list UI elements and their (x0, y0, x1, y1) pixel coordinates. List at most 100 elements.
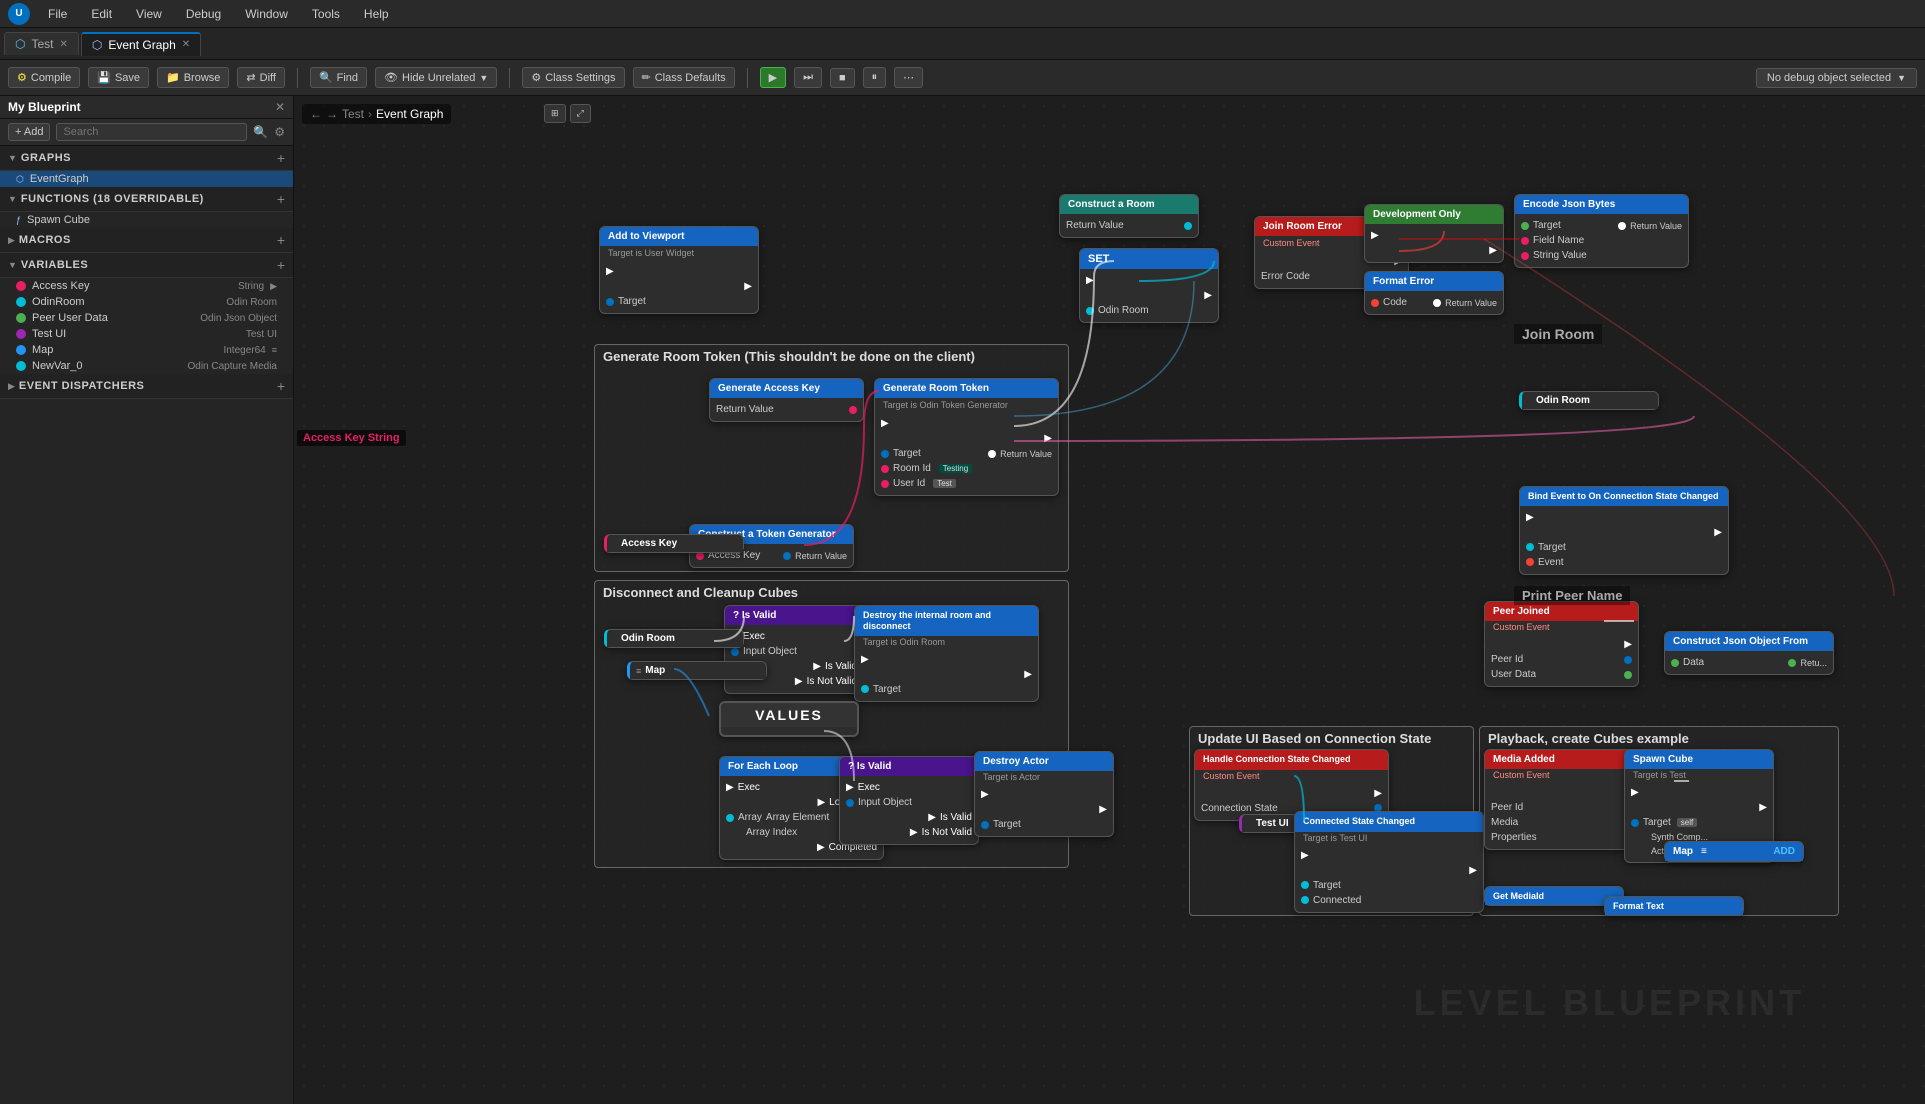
node-add-to-viewport[interactable]: Add to Viewport Target is User Widget ▶ … (599, 226, 759, 314)
handle-connection-title: Handle Connection State Changed (1203, 754, 1351, 766)
tab-test-label: Test (31, 37, 53, 51)
node-media-added[interactable]: Media Added Custom Event ▶ Peer Id Media (1484, 749, 1644, 850)
node-odin-room-disconnect[interactable]: Odin Room (604, 629, 744, 648)
node-set[interactable]: SET ▶ ▶ Odin Room (1079, 248, 1219, 323)
breadcrumb-root[interactable]: Test (342, 107, 364, 121)
node-map-add[interactable]: Map ≡ ADD (1664, 841, 1804, 862)
node-format-text[interactable]: Format Text (1604, 896, 1744, 916)
left-panel-close[interactable]: ✕ (275, 100, 285, 114)
menu-bar: U File Edit View Debug Window Tools Help (0, 0, 1925, 28)
event-dispatchers-section[interactable]: ▶ EVENT DISPATCHERS + (0, 374, 293, 399)
node-values[interactable]: VALUES (719, 701, 859, 737)
find-button[interactable]: 🔍 Find (310, 67, 367, 88)
graphs-add[interactable]: + (277, 150, 285, 166)
var-newvar0[interactable]: NewVar_0 Odin Capture Media (0, 358, 293, 374)
map-add-title: Map (1673, 846, 1693, 857)
nav-forward[interactable]: → (326, 107, 338, 121)
node-access-key-var[interactable]: Access Key (604, 534, 744, 553)
graph-area[interactable]: ← → Test › Event Graph ⊞ ⤢ (294, 96, 1925, 1104)
menu-edit[interactable]: Edit (85, 5, 118, 23)
macros-expand: ▶ (8, 235, 15, 246)
var-peer-user-data[interactable]: Peer User Data Odin Json Object (0, 310, 293, 326)
node-generate-room-token[interactable]: Generate Room Token Target is Odin Token… (874, 378, 1059, 496)
is-valid-1-input: Input Object (725, 644, 863, 659)
macros-add[interactable]: + (277, 232, 285, 248)
tab-test-close[interactable]: ✕ (60, 39, 68, 50)
menu-help[interactable]: Help (358, 5, 395, 23)
is-valid-1-exec-in: ▶ Exec (725, 629, 863, 644)
node-encode-json-bytes[interactable]: Encode Json Bytes Target Return Value Fi… (1514, 194, 1689, 268)
node-format-error[interactable]: Format Error Code Return Value (1364, 271, 1504, 315)
menu-tools[interactable]: Tools (306, 5, 346, 23)
access-key-expand: ▶ (270, 281, 277, 292)
node-generate-access-key[interactable]: Generate Access Key Return Value (709, 378, 864, 422)
graphs-section[interactable]: ▼ GRAPHS + (0, 146, 293, 171)
browse-button[interactable]: 📁 Browse (157, 67, 229, 88)
graph-nav-1[interactable]: ⊞ (544, 104, 566, 123)
tab-event-graph[interactable]: ⬡ Event Graph ✕ (81, 32, 201, 56)
format-error-code: Code Return Value (1365, 295, 1503, 310)
search-input[interactable] (56, 123, 247, 141)
step-forward-button[interactable]: ⏭ (794, 67, 822, 88)
node-construct-json[interactable]: Construct Json Object From Data Retu... (1664, 631, 1834, 675)
variables-add[interactable]: + (277, 257, 285, 273)
var-access-key[interactable]: Access Key String ▶ (0, 278, 293, 294)
nav-back[interactable]: ← (310, 107, 322, 121)
node-map-var[interactable]: ≡ Map (627, 661, 767, 680)
node-is-valid-1[interactable]: ? Is Valid ▶ Exec Input Object Is Valid … (724, 605, 864, 694)
save-button[interactable]: 💾 Save (88, 67, 149, 88)
node-destroy-actor[interactable]: Destroy Actor Target is Actor ▶ ▶ Target (974, 751, 1114, 837)
node-development-only[interactable]: Development Only ▶ ▶ (1364, 204, 1504, 263)
menu-view[interactable]: View (130, 5, 168, 23)
menu-window[interactable]: Window (239, 5, 294, 23)
class-defaults-button[interactable]: ✏ Class Defaults (633, 67, 735, 88)
tab-graph-close[interactable]: ✕ (182, 39, 190, 50)
play-button[interactable]: ▶ (760, 67, 786, 88)
variables-section[interactable]: ▼ VARIABLES + (0, 253, 293, 278)
class-settings-button[interactable]: ⚙ Class Settings (522, 67, 624, 88)
variables-title: VARIABLES (21, 259, 277, 271)
spawn-cube-function[interactable]: ƒ Spawn Cube (0, 212, 293, 228)
menu-file[interactable]: File (42, 5, 73, 23)
node-odin-room-ref[interactable]: Odin Room (1519, 391, 1659, 410)
compile-button[interactable]: ⚙ Compile (8, 67, 80, 88)
set-title: SET (1088, 253, 1109, 265)
graph-canvas[interactable]: ← → Test › Event Graph ⊞ ⤢ (294, 96, 1925, 1104)
node-is-valid-2[interactable]: ? Is Valid ▶ Exec Input Object Is Valid … (839, 756, 979, 845)
spawn-cube-target: Target self (1625, 815, 1773, 830)
var-test-ui[interactable]: Test UI Test UI (0, 326, 293, 342)
stop-button[interactable]: ■ (830, 68, 855, 88)
add-viewport-exec-out: ▶ (600, 279, 758, 294)
node-peer-joined[interactable]: Peer Joined Custom Event ▶ Peer Id User … (1484, 601, 1639, 687)
class-settings-icon: ⚙ (531, 71, 541, 84)
destroy-actor-subtitle: Target is Actor (975, 771, 1113, 783)
menu-debug[interactable]: Debug (180, 5, 227, 23)
settings-icon[interactable]: ⚙ (274, 125, 285, 139)
macros-section[interactable]: ▶ MACROS + (0, 228, 293, 253)
more-button[interactable]: ⋯ (894, 67, 923, 88)
eventgraph-item[interactable]: ⬡ EventGraph (0, 171, 293, 187)
node-get-media-id[interactable]: Get MediaId (1484, 886, 1624, 906)
pause-button[interactable]: ⏸ (863, 67, 887, 88)
var-map[interactable]: Map Integer64 ≡ (0, 342, 293, 358)
hide-unrelated-icon: 👁 (384, 71, 398, 84)
node-connected-state-changed[interactable]: Connected State Changed Target is Test U… (1294, 811, 1484, 913)
event-dispatchers-title: EVENT DISPATCHERS (19, 380, 277, 392)
node-handle-connection-state[interactable]: Handle Connection State Changed Custom E… (1194, 749, 1389, 821)
node-destroy-internal-room[interactable]: Destroy the internal room and disconnect… (854, 605, 1039, 702)
functions-add[interactable]: + (277, 191, 285, 207)
var-odin-room[interactable]: OdinRoom Odin Room (0, 294, 293, 310)
node-bind-event-connection[interactable]: Bind Event to On Connection State Change… (1519, 486, 1729, 575)
connected-state-subtitle: Target is Test UI (1295, 832, 1483, 844)
node-construct-room[interactable]: Construct a Room Return Value (1059, 194, 1199, 238)
graph-expand-btn[interactable]: ⤢ (570, 104, 591, 123)
functions-section[interactable]: ▼ FUNCTIONS (18 OVERRIDABLE) + (0, 187, 293, 212)
event-dispatchers-add[interactable]: + (277, 378, 285, 394)
hide-unrelated-button[interactable]: 👁 Hide Unrelated ▼ (375, 67, 497, 88)
debug-selector[interactable]: No debug object selected ▼ (1756, 68, 1917, 88)
tab-test[interactable]: ⬡ Test ✕ (4, 32, 79, 55)
diff-button[interactable]: ⇄ Diff (237, 67, 285, 88)
eventgraph-icon: ⬡ (16, 174, 24, 185)
add-variable-button[interactable]: + Add (8, 123, 50, 141)
destroy-internal-subtitle: Target is Odin Room (855, 636, 1038, 648)
